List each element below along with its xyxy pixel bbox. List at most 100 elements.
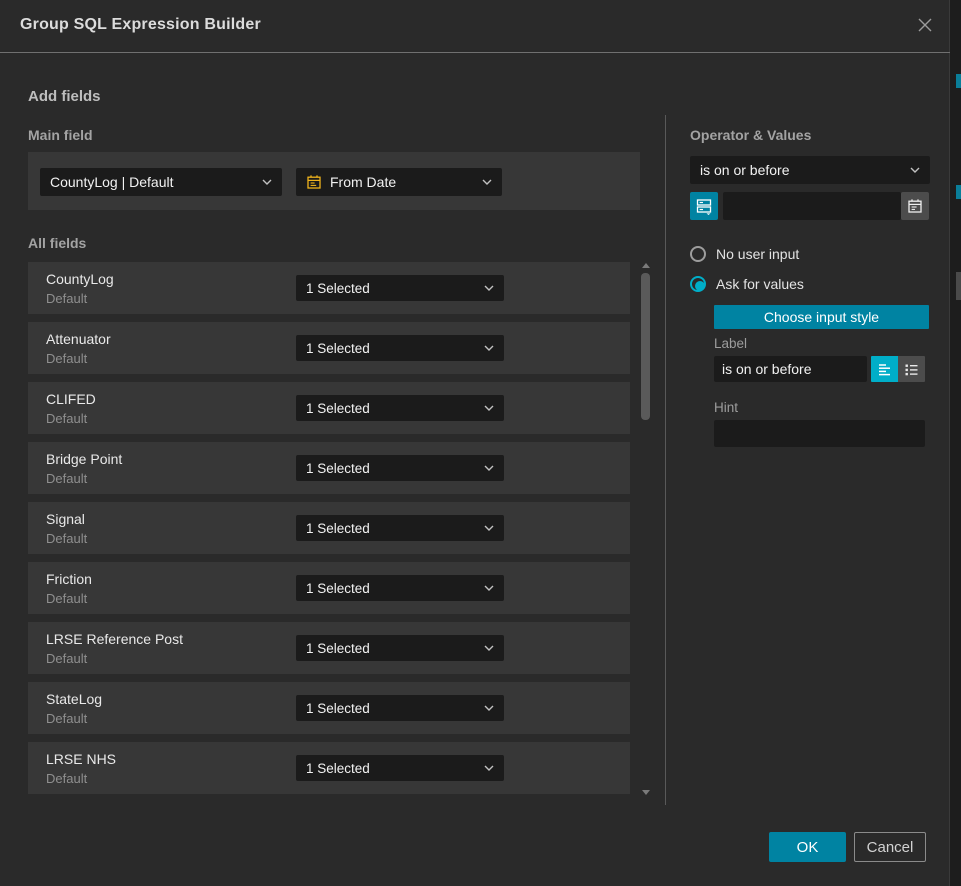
field-subtitle: Default [46,651,87,666]
radio-ask-for-values[interactable]: Ask for values [690,275,804,293]
chevron-down-icon [484,705,494,711]
field-row: Bridge Point Default 1 Selected [28,442,630,494]
field-name: CLIFED [46,391,96,407]
field-value-select-value: 1 Selected [306,581,478,596]
operator-values-heading: Operator & Values [690,127,811,143]
dialog-title: Group SQL Expression Builder [20,16,261,34]
date-value-input[interactable] [723,192,901,220]
operator-select[interactable]: is on or before [690,156,930,184]
chevron-down-icon [910,167,920,173]
calendar-icon [907,198,923,214]
chevron-down-icon [484,285,494,291]
background-app-edge [951,0,961,886]
field-value-select-value: 1 Selected [306,761,478,776]
field-select[interactable]: From Date [296,168,502,196]
chevron-down-icon [484,465,494,471]
all-fields-heading: All fields [28,235,86,251]
operator-select-value: is on or before [700,162,904,178]
field-value-select[interactable]: 1 Selected [296,635,504,661]
field-row: Attenuator Default 1 Selected [28,322,630,374]
field-value-select-value: 1 Selected [306,281,478,296]
main-field-row: CountyLog | Default From Date [28,152,640,210]
field-name: LRSE Reference Post [46,631,183,647]
field-row: LRSE Reference Post Default 1 Selected [28,622,630,674]
field-value-select[interactable]: 1 Selected [296,515,504,541]
stacked-values-icon [695,197,713,215]
field-subtitle: Default [46,471,87,486]
field-name: Bridge Point [46,451,122,467]
radio-icon [690,276,706,292]
field-subtitle: Default [46,711,87,726]
chevron-down-icon [484,585,494,591]
field-value-select-value: 1 Selected [306,641,478,656]
label-field-label: Label [714,336,747,351]
field-row: Signal Default 1 Selected [28,502,630,554]
field-value-select[interactable]: 1 Selected [296,755,504,781]
close-icon[interactable] [914,16,936,38]
field-subtitle: Default [46,351,87,366]
bulleted-list-icon [904,362,919,377]
field-name: Attenuator [46,331,111,347]
calendar-icon [306,174,322,190]
field-value-select-value: 1 Selected [306,461,478,476]
field-value-select[interactable]: 1 Selected [296,695,504,721]
radio-label: Ask for values [716,276,804,292]
group-sql-expression-builder-dialog: Group SQL Expression Builder Add fields … [0,0,950,886]
field-name: StateLog [46,691,102,707]
single-line-input-style-button[interactable] [871,356,898,382]
hint-field-label: Hint [714,400,738,415]
main-field-heading: Main field [28,127,93,143]
field-value-select[interactable]: 1 Selected [296,335,504,361]
field-value-select[interactable]: 1 Selected [296,275,504,301]
field-name: Friction [46,571,92,587]
field-row: LRSE NHS Default 1 Selected [28,742,630,794]
radio-no-user-input[interactable]: No user input [690,245,799,263]
ok-button[interactable]: OK [769,832,846,862]
field-value-select[interactable]: 1 Selected [296,575,504,601]
chevron-down-icon [484,525,494,531]
field-name: LRSE NHS [46,751,116,767]
chevron-down-icon [484,765,494,771]
field-subtitle: Default [46,531,87,546]
layer-select[interactable]: CountyLog | Default [40,168,282,196]
list-input-style-button[interactable] [898,356,925,382]
chevron-down-icon [262,179,272,185]
field-value-select-value: 1 Selected [306,401,478,416]
scrollbar-up-arrow-icon[interactable] [642,263,650,268]
hint-input[interactable] [714,420,925,447]
panel-divider [665,115,666,805]
field-subtitle: Default [46,291,87,306]
choose-input-style-button[interactable]: Choose input style [714,305,929,329]
field-row: StateLog Default 1 Selected [28,682,630,734]
field-value-select-value: 1 Selected [306,341,478,356]
field-row: CountyLog Default 1 Selected [28,262,630,314]
field-name: Signal [46,511,85,527]
radio-icon [690,246,706,262]
value-type-button[interactable] [690,192,718,220]
cancel-button[interactable]: Cancel [854,832,926,862]
field-value-select[interactable]: 1 Selected [296,455,504,481]
field-select-value: From Date [330,174,476,190]
add-fields-heading: Add fields [28,88,101,105]
label-input[interactable] [714,356,867,382]
radio-label: No user input [716,246,799,262]
field-subtitle: Default [46,771,87,786]
field-subtitle: Default [46,591,87,606]
date-picker-button[interactable] [901,192,929,220]
field-value-select[interactable]: 1 Selected [296,395,504,421]
chevron-down-icon [484,345,494,351]
field-name: CountyLog [46,271,114,287]
field-value-select-value: 1 Selected [306,521,478,536]
dialog-header: Group SQL Expression Builder [0,0,950,53]
chevron-down-icon [484,645,494,651]
align-left-icon [877,362,892,377]
field-row: CLIFED Default 1 Selected [28,382,630,434]
field-value-select-value: 1 Selected [306,701,478,716]
field-row: Friction Default 1 Selected [28,562,630,614]
layer-select-value: CountyLog | Default [50,174,256,190]
scrollbar-down-arrow-icon[interactable] [642,790,650,795]
scrollbar-thumb[interactable] [641,273,650,420]
field-subtitle: Default [46,411,87,426]
chevron-down-icon [482,179,492,185]
chevron-down-icon [484,405,494,411]
